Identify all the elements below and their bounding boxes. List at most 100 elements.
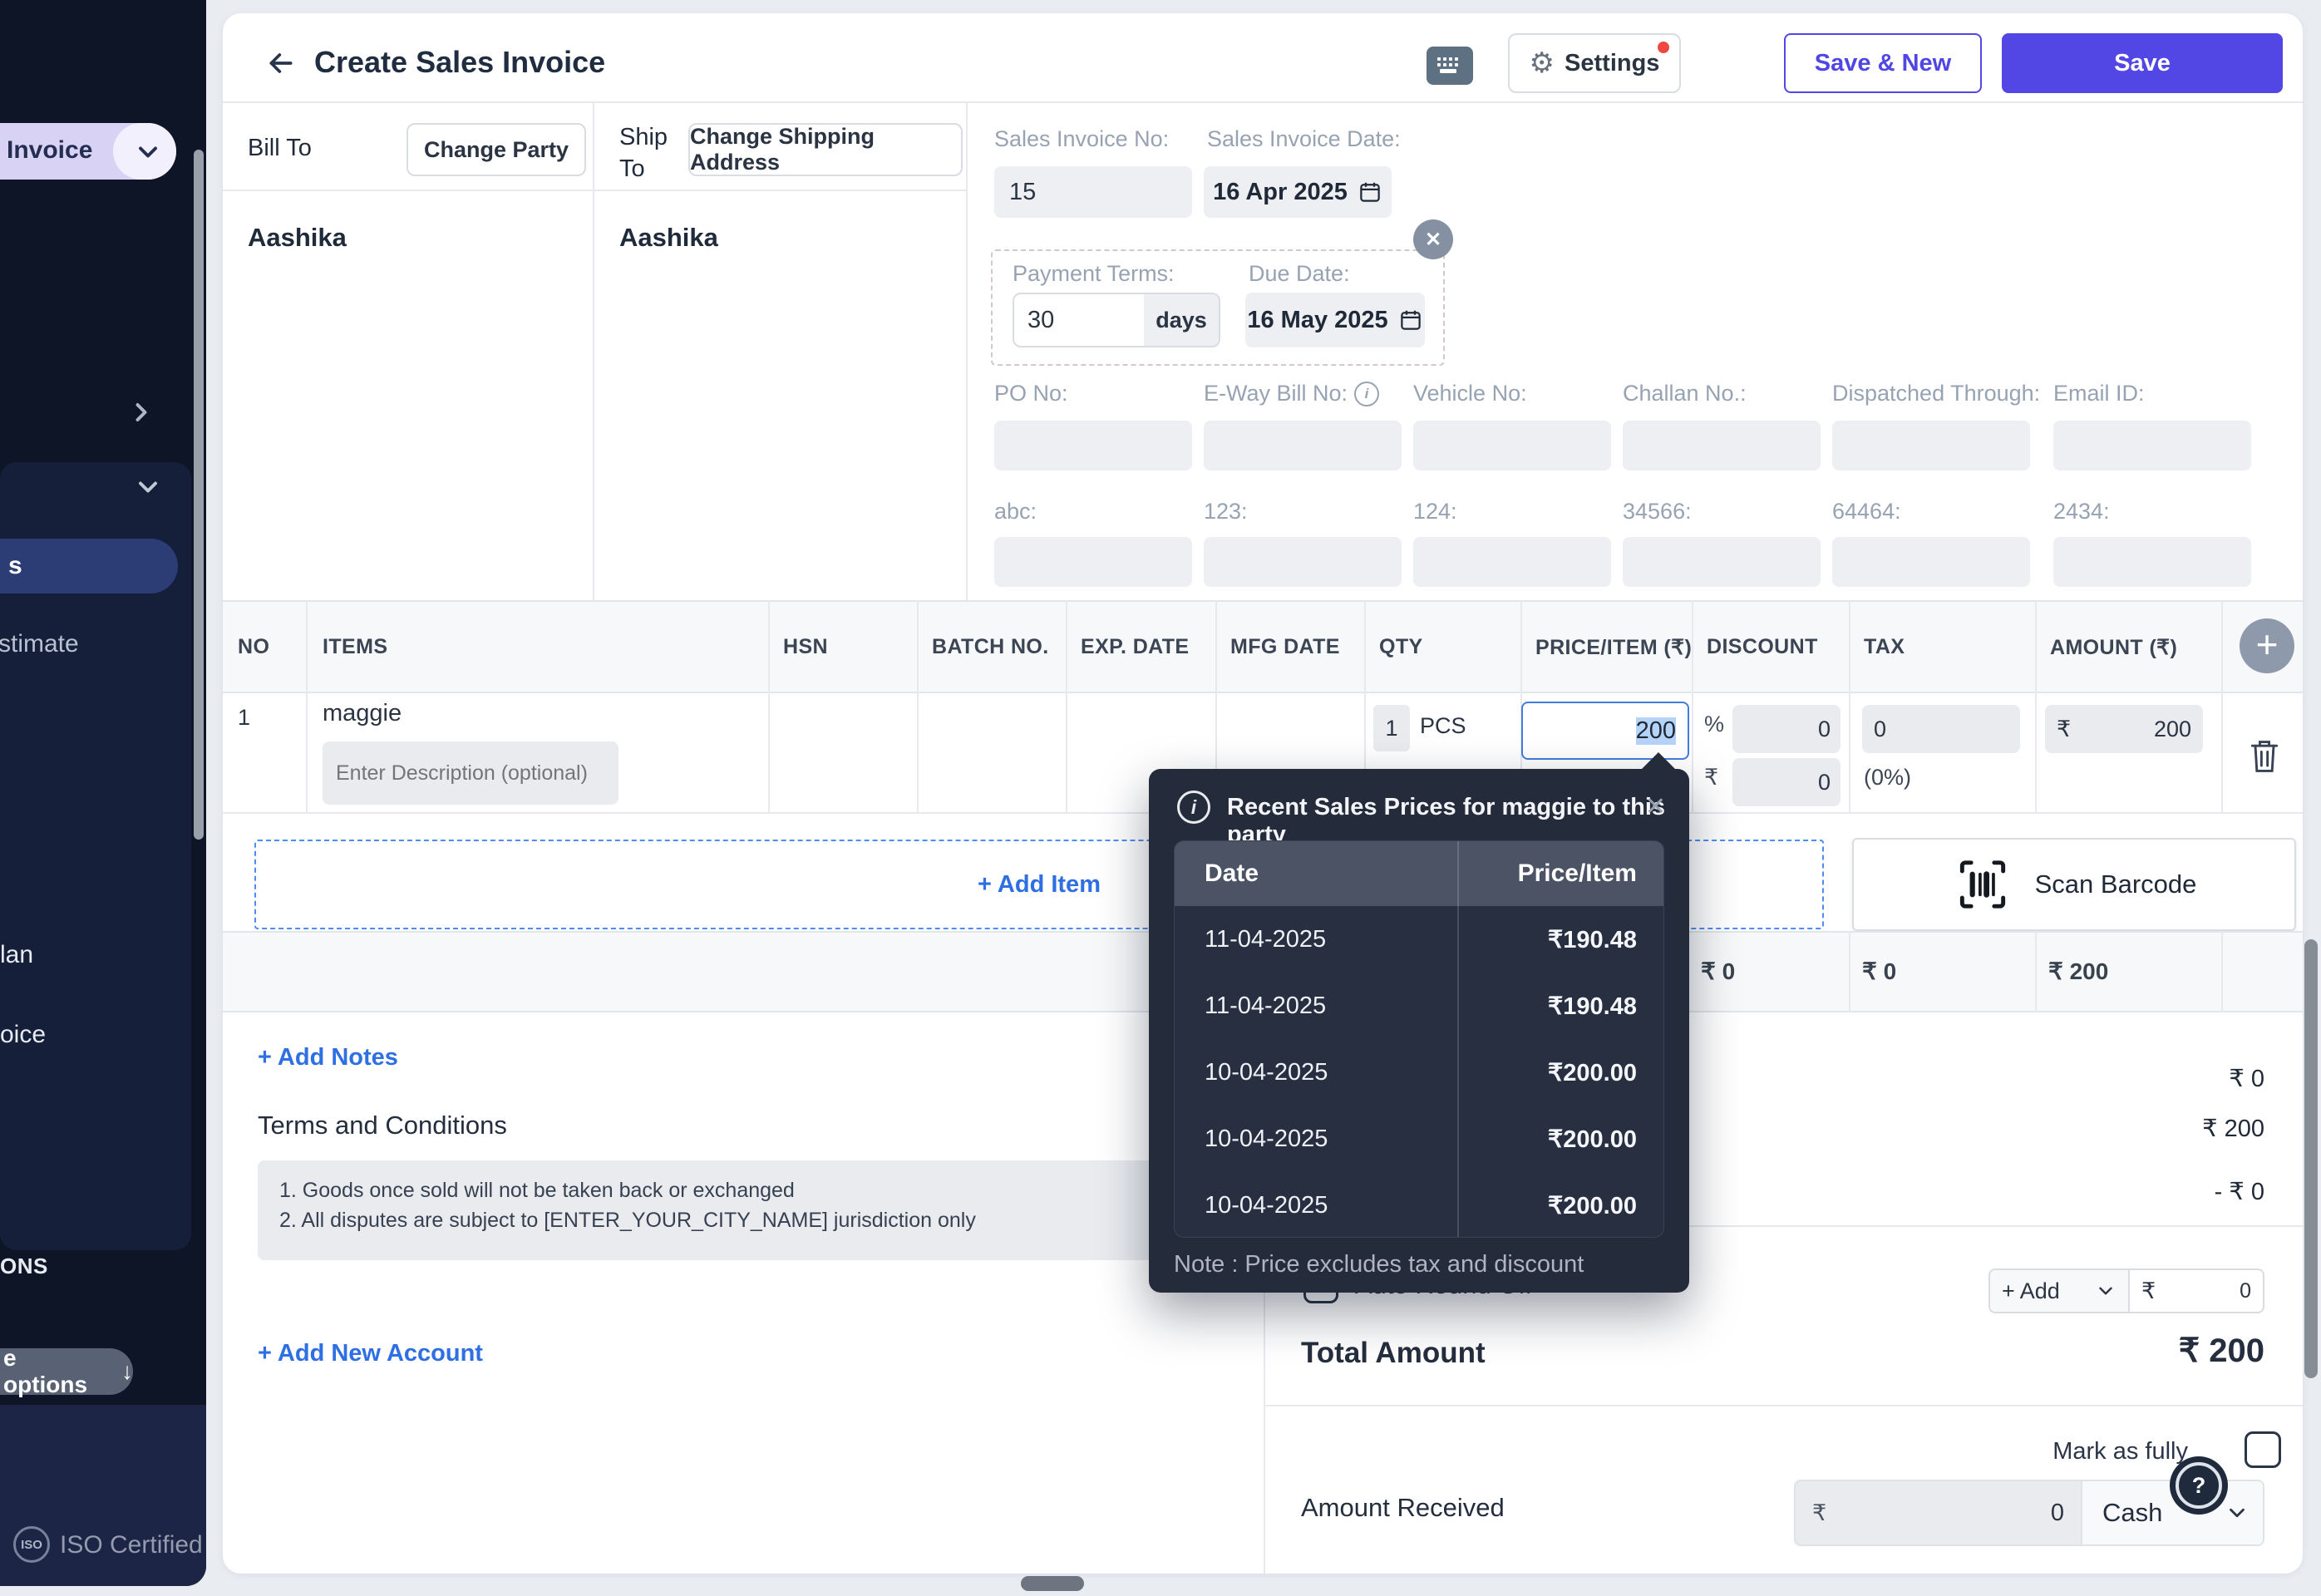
- add-charge-amount-input[interactable]: ₹ 0: [2130, 1268, 2264, 1313]
- change-party-button[interactable]: Change Party: [407, 123, 586, 176]
- tax-percent-label: (0%): [1864, 765, 1911, 791]
- barcode-icon: [1952, 854, 2013, 915]
- payment-terms-input[interactable]: 30 days: [1013, 293, 1220, 347]
- popup-price-row[interactable]: 11-04-2025 ₹190.48: [1175, 906, 1663, 973]
- info-icon[interactable]: i: [1354, 382, 1379, 406]
- chevron-down-icon[interactable]: [133, 472, 163, 502]
- keyboard-shortcuts-icon[interactable]: [1427, 47, 1473, 85]
- custom-field-34566-input[interactable]: [1623, 537, 1821, 587]
- custom-field-2434-label: 2434:: [2053, 499, 2110, 525]
- vehicle-no-input[interactable]: [1413, 421, 1611, 470]
- more-options-label: e options: [3, 1345, 106, 1398]
- row-tax-input[interactable]: 0: [1862, 705, 2020, 753]
- add-charge-value: 0: [2240, 1279, 2251, 1303]
- add-new-account-link[interactable]: + Add New Account: [258, 1340, 483, 1367]
- custom-field-124-input[interactable]: [1413, 537, 1611, 587]
- summary-value-1: ₹ 0: [2098, 1064, 2264, 1093]
- dispatched-through-input[interactable]: [1832, 421, 2030, 470]
- col-hsn: HSN: [783, 635, 828, 659]
- summary-value-2: ₹ 200: [2098, 1114, 2264, 1143]
- row-item-name[interactable]: maggie: [323, 700, 402, 727]
- terms-box[interactable]: 1. Goods once sold will not be taken bac…: [258, 1160, 1259, 1260]
- add-item-label: + Add Item: [978, 871, 1101, 899]
- col-batch-no: BATCH NO.: [932, 635, 1049, 659]
- add-notes-link[interactable]: + Add Notes: [258, 1044, 398, 1071]
- eway-bill-input[interactable]: [1204, 421, 1402, 470]
- eway-bill-label-text: E-Way Bill No:: [1204, 381, 1348, 406]
- popup-row-price: ₹190.48: [1548, 992, 1637, 1021]
- payment-terms-close-button[interactable]: ✕: [1413, 219, 1453, 259]
- custom-field-2434-input[interactable]: [2053, 537, 2251, 587]
- horizontal-scrollbar[interactable]: [1021, 1576, 1084, 1591]
- settings-label: Settings: [1565, 50, 1659, 77]
- change-shipping-label: Change Shipping Address: [690, 124, 961, 175]
- sidebar-sales-section: s stimate lan oice: [0, 462, 191, 1250]
- payment-mode-value: Cash: [2102, 1498, 2162, 1528]
- invoice-no-input[interactable]: 15: [994, 166, 1192, 218]
- custom-field-64464-input[interactable]: [1832, 537, 2030, 587]
- popup-price-row[interactable]: 10-04-2025 ₹200.00: [1175, 1106, 1663, 1172]
- row-qty-input[interactable]: 1: [1373, 705, 1410, 751]
- save-button[interactable]: Save: [2002, 33, 2283, 93]
- popup-price-row[interactable]: 10-04-2025 ₹200.00: [1175, 1172, 1663, 1238]
- custom-field-123-input[interactable]: [1204, 537, 1402, 587]
- row-unit[interactable]: PCS: [1420, 713, 1466, 739]
- sidebar-item-proforma[interactable]: oice: [0, 1021, 46, 1049]
- invoice-no-value: 15: [1009, 179, 1036, 206]
- sidebar-item-estimate[interactable]: stimate: [0, 630, 79, 658]
- sidebar-item-challan[interactable]: lan: [0, 941, 33, 969]
- email-id-input[interactable]: [2053, 421, 2251, 470]
- chevron-right-icon[interactable]: [126, 397, 156, 427]
- help-button[interactable]: ?: [2170, 1456, 2228, 1515]
- chevron-down-icon: [2095, 1280, 2116, 1302]
- close-icon[interactable]: ✕: [1645, 792, 1666, 821]
- subtotal-discount: ₹ 0: [1701, 958, 1735, 985]
- iso-badge: ISO: [13, 1526, 50, 1563]
- settings-button[interactable]: ⚙ Settings: [1508, 33, 1681, 93]
- subtotal-col-divider: [1849, 931, 1850, 1012]
- change-shipping-address-button[interactable]: Change Shipping Address: [688, 123, 963, 176]
- table-col-divider: [768, 600, 770, 812]
- info-icon: i: [1177, 791, 1210, 824]
- subtotal-col-divider: [2035, 931, 2037, 1012]
- amount-rupee-symbol: ₹: [2057, 717, 2071, 742]
- row-no: 1: [238, 705, 250, 731]
- payment-terms-label: Payment Terms:: [1013, 261, 1175, 287]
- popup-caret: [1640, 752, 1677, 771]
- challan-no-input[interactable]: [1623, 421, 1821, 470]
- sidebar-addons-header: ONS: [0, 1254, 48, 1279]
- info-icon-glyph: i: [1191, 796, 1196, 819]
- invoice-date-picker[interactable]: 16 Apr 2025: [1204, 166, 1392, 218]
- col-items: ITEMS: [323, 635, 387, 659]
- row-discount-amount-input[interactable]: 0: [1732, 758, 1841, 806]
- sidebar-item-invoice-dropdown[interactable]: Invoice: [0, 123, 176, 180]
- row-discount-percent-input[interactable]: 0: [1732, 705, 1841, 753]
- more-options-button[interactable]: e options ↓: [0, 1348, 133, 1395]
- delete-row-icon[interactable]: [2246, 735, 2283, 778]
- custom-field-124-label: 124:: [1413, 499, 1457, 525]
- scan-barcode-button[interactable]: Scan Barcode: [1852, 838, 2296, 931]
- row-price-input[interactable]: 200: [1521, 702, 1689, 760]
- vertical-scrollbar[interactable]: [2304, 939, 2318, 1378]
- payment-terms-value: 30: [1027, 307, 1144, 334]
- add-charge-dropdown[interactable]: + Add: [1988, 1268, 2130, 1313]
- amount-received-input[interactable]: ₹ 0: [1794, 1480, 2082, 1546]
- sidebar-item-selected[interactable]: s: [0, 539, 178, 594]
- sidebar-scrollbar[interactable]: [194, 150, 204, 840]
- row-description-input[interactable]: [323, 741, 618, 805]
- save-and-new-button[interactable]: Save & New: [1784, 33, 1982, 93]
- mark-fully-paid-checkbox[interactable]: [2245, 1431, 2281, 1468]
- popup-price-row[interactable]: 10-04-2025 ₹200.00: [1175, 1039, 1663, 1106]
- popup-row-price: ₹200.00: [1548, 1191, 1637, 1220]
- po-no-input[interactable]: [994, 421, 1192, 470]
- challan-no-label: Challan No.:: [1623, 381, 1747, 406]
- due-date-picker[interactable]: 16 May 2025: [1245, 293, 1425, 347]
- popup-row-date: 11-04-2025: [1205, 926, 1326, 953]
- back-arrow-icon[interactable]: [264, 47, 298, 80]
- popup-price-row[interactable]: 11-04-2025 ₹190.48: [1175, 973, 1663, 1039]
- sidebar: Invoice s stimate lan oice ONS e options…: [0, 0, 206, 1586]
- add-column-button[interactable]: +: [2240, 618, 2294, 673]
- row-price-value: 200: [1636, 717, 1676, 745]
- custom-field-abc-input[interactable]: [994, 537, 1192, 587]
- create-sales-invoice-page: Invoice s stimate lan oice ONS e options…: [0, 0, 2321, 1596]
